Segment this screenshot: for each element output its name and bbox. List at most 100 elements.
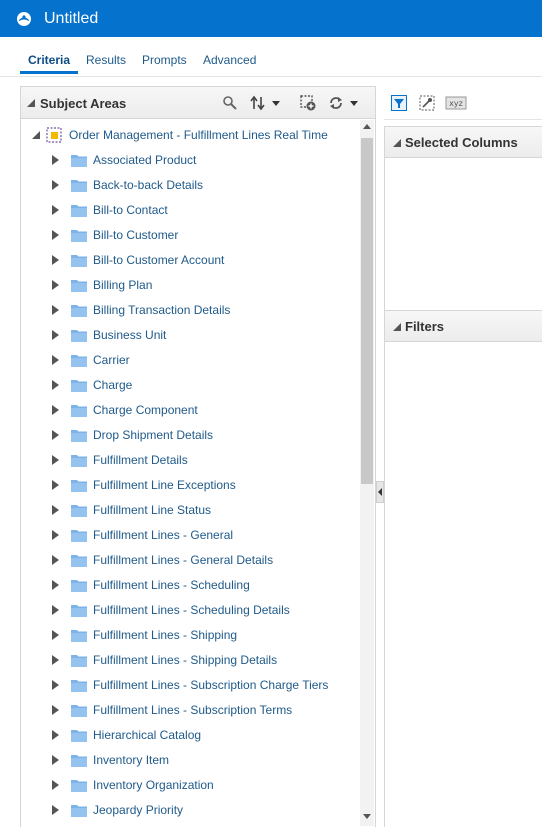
- expand-node-icon[interactable]: [52, 755, 59, 765]
- tree-folder-item[interactable]: Inventory Item: [52, 751, 169, 769]
- page-title: Untitled: [44, 9, 99, 27]
- collapse-selected-columns-icon[interactable]: [393, 139, 401, 147]
- expand-node-icon[interactable]: [52, 480, 59, 490]
- expand-node-icon[interactable]: [52, 180, 59, 190]
- tree-folder-item[interactable]: Fulfillment Lines - General: [52, 526, 233, 544]
- scroll-up-icon[interactable]: [363, 124, 371, 129]
- expand-node-icon[interactable]: [52, 430, 59, 440]
- scroll-down-icon[interactable]: [363, 814, 371, 819]
- expand-node-icon[interactable]: [52, 280, 59, 290]
- tree-folder-item[interactable]: Fulfillment Lines - Shipping Details: [52, 651, 277, 669]
- panel-splitter[interactable]: [376, 86, 384, 827]
- tree-folder-item[interactable]: Bill-to Customer Account: [52, 251, 224, 269]
- tree-folder-item[interactable]: Billing Transaction Details: [52, 301, 230, 319]
- expand-node-icon[interactable]: [52, 680, 59, 690]
- folder-icon: [71, 429, 87, 442]
- folder-icon: [71, 404, 87, 417]
- criteria-toolbar: xyz: [384, 86, 542, 120]
- tree-folder-item[interactable]: Charge: [52, 376, 132, 394]
- tree-folder-item[interactable]: Jeopardy Priority: [52, 801, 183, 819]
- tab-advanced[interactable]: Advanced: [203, 53, 256, 67]
- tree-folder-item[interactable]: Fulfillment Lines - General Details: [52, 551, 273, 569]
- expand-node-icon[interactable]: [52, 530, 59, 540]
- add-subject-area-icon[interactable]: [300, 95, 316, 111]
- folder-icon: [71, 204, 87, 217]
- expand-node-icon[interactable]: [52, 705, 59, 715]
- tree-item-label: Inventory Organization: [93, 778, 214, 792]
- expand-node-icon[interactable]: [52, 155, 59, 165]
- collapse-node-icon[interactable]: [32, 131, 40, 139]
- collapse-filters-icon[interactable]: [393, 323, 401, 331]
- folder-icon: [71, 779, 87, 792]
- expand-node-icon[interactable]: [52, 355, 59, 365]
- scroll-thumb[interactable]: [361, 138, 373, 484]
- expand-node-icon[interactable]: [52, 230, 59, 240]
- tree-folder-item[interactable]: Fulfillment Lines - Shipping: [52, 626, 237, 644]
- tab-results[interactable]: Results: [86, 53, 126, 67]
- expand-node-icon[interactable]: [52, 580, 59, 590]
- tree-folder-item[interactable]: Fulfillment Lines - Scheduling: [52, 576, 250, 594]
- tree-item-label: Fulfillment Lines - Subscription Terms: [93, 703, 293, 717]
- tree-scrollbar[interactable]: [360, 120, 374, 826]
- expand-node-icon[interactable]: [52, 605, 59, 615]
- folder-icon: [71, 454, 87, 467]
- tree-folder-item[interactable]: Hierarchical Catalog: [52, 726, 201, 744]
- expand-node-icon[interactable]: [52, 380, 59, 390]
- tree-folder-item[interactable]: Fulfillment Details: [52, 451, 188, 469]
- expand-node-icon[interactable]: [52, 805, 59, 815]
- tree-folder-item[interactable]: Fulfillment Line Exceptions: [52, 476, 236, 494]
- folder-icon: [71, 279, 87, 292]
- expand-node-icon[interactable]: [52, 205, 59, 215]
- app-logo-icon: [17, 11, 31, 26]
- tree-folder-item[interactable]: Back-to-back Details: [52, 176, 203, 194]
- filter-icon[interactable]: [391, 95, 407, 111]
- expand-node-icon[interactable]: [52, 505, 59, 515]
- filters-header: Filters: [384, 310, 542, 342]
- tree-item-label: Fulfillment Lines - Subscription Charge …: [93, 678, 329, 692]
- xyz-icon[interactable]: xyz: [445, 95, 467, 111]
- tree-folder-item[interactable]: Carrier: [52, 351, 130, 369]
- selected-columns-area[interactable]: [384, 158, 542, 310]
- expand-node-icon[interactable]: [52, 555, 59, 565]
- tree-item-label: Back-to-back Details: [93, 178, 204, 192]
- active-tab-indicator: [20, 71, 78, 74]
- tree-folder-item[interactable]: Fulfillment Line Status: [52, 501, 211, 519]
- expand-node-icon[interactable]: [52, 780, 59, 790]
- collapse-panel-icon[interactable]: [27, 99, 35, 107]
- tree-folder-item[interactable]: Bill-to Contact: [52, 201, 168, 219]
- search-icon[interactable]: [222, 95, 238, 111]
- edit-formula-icon[interactable]: [419, 95, 435, 111]
- tree-folder-item[interactable]: Fulfillment Lines - Subscription Charge …: [52, 676, 328, 694]
- expand-node-icon[interactable]: [52, 730, 59, 740]
- collapse-splitter-handle[interactable]: [376, 481, 384, 503]
- expand-node-icon[interactable]: [52, 630, 59, 640]
- tree-folder-item[interactable]: Billing Plan: [52, 276, 152, 294]
- expand-node-icon[interactable]: [52, 455, 59, 465]
- tree-folder-item[interactable]: Bill-to Customer: [52, 226, 178, 244]
- tree-folder-item[interactable]: Fulfillment Lines - Subscription Terms: [52, 701, 292, 719]
- tab-prompts[interactable]: Prompts: [142, 53, 187, 67]
- expand-node-icon[interactable]: [52, 405, 59, 415]
- sort-icon[interactable]: [250, 95, 284, 111]
- tree-item-label: Bill-to Customer: [93, 228, 179, 242]
- expand-node-icon[interactable]: [52, 255, 59, 265]
- filters-area[interactable]: [384, 342, 542, 827]
- tree-folder-item[interactable]: Fulfillment Lines - Scheduling Details: [52, 601, 290, 619]
- tree-folder-item[interactable]: Associated Product: [52, 151, 196, 169]
- tree-folder-item[interactable]: Business Unit: [52, 326, 166, 344]
- expand-node-icon[interactable]: [52, 305, 59, 315]
- folder-icon: [71, 354, 87, 367]
- tree-folder-item[interactable]: Charge Component: [52, 401, 198, 419]
- tab-criteria[interactable]: Criteria: [28, 53, 70, 67]
- tree-folder-item[interactable]: Inventory Organization: [52, 776, 214, 794]
- expand-node-icon[interactable]: [52, 655, 59, 665]
- folder-icon: [71, 554, 87, 567]
- tree-item-label: Fulfillment Line Status: [93, 503, 212, 517]
- tree-root[interactable]: Order Management - Fulfillment Lines Rea…: [32, 126, 328, 144]
- tree-item-label: Fulfillment Lines - Shipping Details: [93, 653, 278, 667]
- tree-item-label: Fulfillment Details: [93, 453, 188, 467]
- refresh-icon[interactable]: [328, 95, 362, 111]
- folder-icon: [71, 529, 87, 542]
- tree-folder-item[interactable]: Drop Shipment Details: [52, 426, 213, 444]
- expand-node-icon[interactable]: [52, 330, 59, 340]
